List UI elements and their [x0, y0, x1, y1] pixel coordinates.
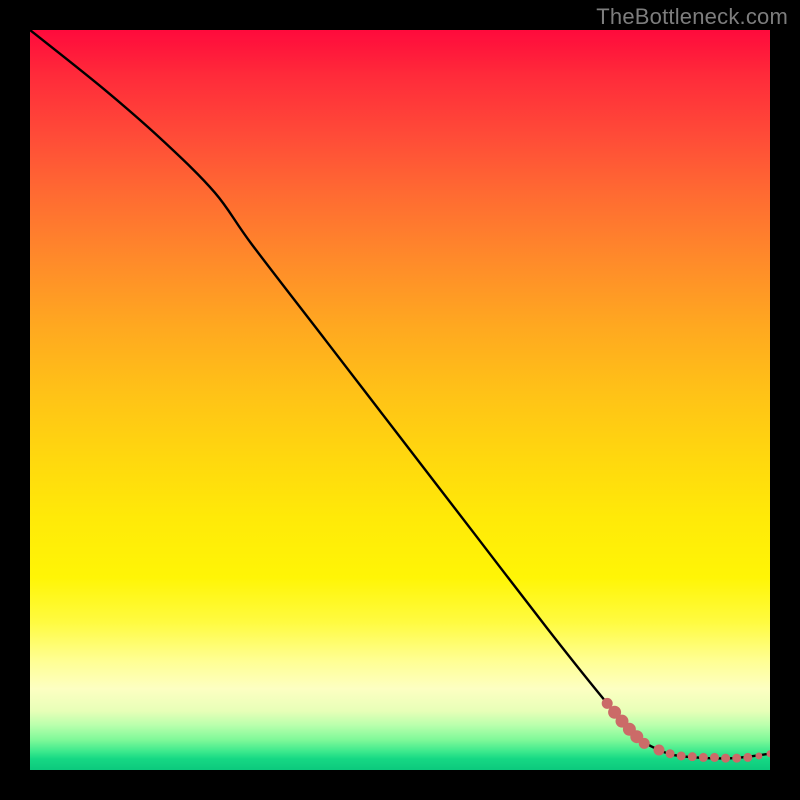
chart-container: TheBottleneck.com [0, 0, 800, 800]
bottleneck-curve [30, 30, 770, 758]
data-dot [688, 753, 696, 761]
data-dot [767, 751, 770, 757]
data-dot [602, 698, 612, 708]
chart-svg [30, 30, 770, 770]
plot-area [30, 30, 770, 770]
data-dot [744, 753, 752, 761]
data-dot [666, 750, 674, 758]
data-dot [654, 745, 664, 755]
data-dot [639, 738, 649, 748]
data-dot [711, 753, 719, 761]
watermark-text: TheBottleneck.com [596, 4, 788, 30]
data-dot [733, 754, 741, 762]
curve-dots [602, 698, 770, 762]
data-dot [722, 754, 730, 762]
data-dot [677, 752, 685, 760]
data-dot [756, 753, 762, 759]
data-dot [699, 753, 707, 761]
